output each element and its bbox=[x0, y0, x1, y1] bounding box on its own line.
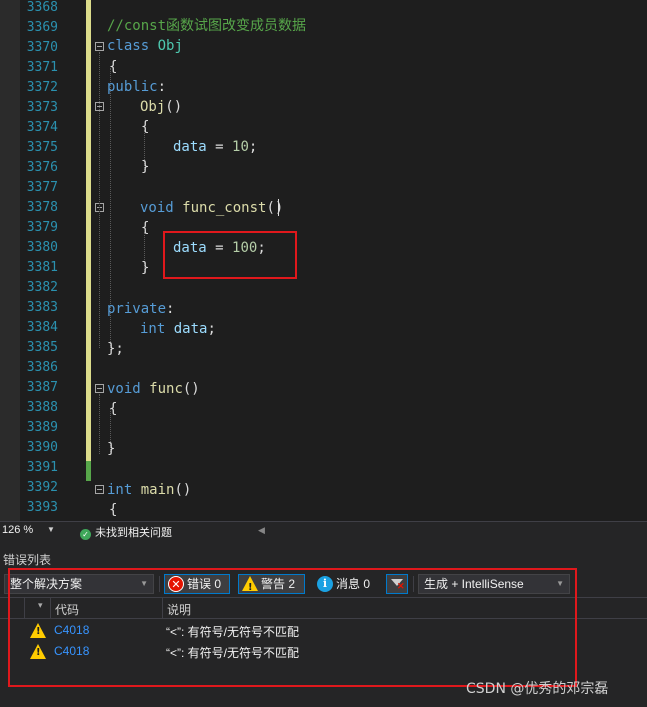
code-line: class Obj bbox=[107, 36, 183, 56]
issues-text: 未找到相关问题 bbox=[95, 527, 172, 539]
unsaved-change-marker bbox=[86, 461, 91, 481]
chevron-down-icon[interactable]: ▼ bbox=[47, 525, 55, 534]
line-number: 3382 bbox=[26, 280, 58, 295]
line-number: 3373 bbox=[26, 100, 58, 115]
line-number: 3381 bbox=[26, 260, 58, 275]
keyword-void: void bbox=[140, 200, 174, 216]
line-number: 3385 bbox=[26, 340, 58, 355]
text-caret bbox=[278, 199, 279, 216]
code-line: int main() bbox=[107, 482, 192, 498]
code-line: int data; bbox=[140, 321, 216, 337]
member-data: data bbox=[173, 321, 208, 337]
line-number: 3390 bbox=[26, 440, 58, 455]
line-number: 3375 bbox=[26, 140, 58, 155]
keyword-void: void bbox=[107, 381, 141, 397]
glyph-margin[interactable] bbox=[0, 0, 20, 521]
class-name: Obj bbox=[157, 38, 183, 54]
code-line: //const函数试图改变成员数据 bbox=[107, 16, 306, 36]
line-number: 3393 bbox=[26, 500, 58, 515]
code-comment: //const函数试图改变成员数据 bbox=[107, 18, 307, 34]
code-line: data = 10; bbox=[173, 139, 258, 155]
issues-indicator[interactable]: ✓ 未找到相关问题 bbox=[80, 524, 172, 540]
line-number: 3370 bbox=[26, 40, 58, 55]
line-number: 3368 bbox=[26, 0, 58, 15]
line-number: 3383 bbox=[26, 300, 58, 315]
change-tracking-bar bbox=[86, 0, 91, 481]
keyword-class: class bbox=[107, 38, 150, 54]
code-line: private: bbox=[107, 301, 175, 317]
constructor-name: Obj bbox=[140, 99, 166, 115]
keyword-int: int bbox=[140, 321, 166, 337]
code-line: } bbox=[141, 159, 150, 175]
number-literal: 10 bbox=[232, 139, 249, 155]
code-line: { bbox=[141, 119, 150, 135]
annotation-highlight-box bbox=[163, 231, 297, 279]
line-number: 3391 bbox=[26, 460, 58, 475]
line-number: 3377 bbox=[26, 180, 58, 195]
line-number: 3379 bbox=[26, 220, 58, 235]
code-line: { bbox=[109, 502, 118, 518]
line-number: 3376 bbox=[26, 160, 58, 175]
line-number: 3386 bbox=[26, 360, 58, 375]
member-data: data bbox=[173, 139, 207, 155]
code-line: void func() bbox=[107, 381, 200, 397]
code-line: void func_const() bbox=[140, 200, 284, 216]
line-number: 3380 bbox=[26, 240, 58, 255]
saved-change-marker bbox=[86, 0, 91, 461]
line-number: 3388 bbox=[26, 400, 58, 415]
keyword-public: public bbox=[107, 79, 158, 95]
scroll-left-icon[interactable]: ◀ bbox=[258, 525, 265, 536]
line-number: 3392 bbox=[26, 480, 58, 495]
panel-title: 错误列表 bbox=[3, 553, 52, 567]
function-name: main bbox=[140, 482, 175, 498]
code-line: Obj() bbox=[140, 99, 183, 115]
line-number: 3389 bbox=[26, 420, 58, 435]
line-number: 3378 bbox=[26, 200, 58, 215]
code-line: { bbox=[109, 59, 118, 75]
code-line: public: bbox=[107, 79, 167, 95]
code-editor[interactable]: 3368 3369 3370 3371 3372 3373 3374 3375 … bbox=[0, 0, 647, 521]
code-line: }; bbox=[107, 341, 124, 357]
line-number: 3384 bbox=[26, 320, 58, 335]
line-number-margin: 3368 3369 3370 3371 3372 3373 3374 3375 … bbox=[20, 0, 60, 521]
line-number: 3369 bbox=[26, 20, 58, 35]
keyword-private: private bbox=[107, 301, 167, 317]
line-number: 3387 bbox=[26, 380, 58, 395]
editor-status-bar: 126 % ▼ ✓ 未找到相关问题 ◀ bbox=[0, 521, 647, 541]
watermark: CSDN @优秀的邓宗磊 bbox=[466, 681, 609, 697]
annotation-highlight-box bbox=[8, 568, 577, 687]
line-number: 3374 bbox=[26, 120, 58, 135]
line-number: 3372 bbox=[26, 80, 58, 95]
function-name: func bbox=[149, 381, 183, 397]
check-circle-icon: ✓ bbox=[80, 529, 91, 540]
function-name: func_const bbox=[182, 200, 267, 216]
keyword-int: int bbox=[107, 482, 133, 498]
line-number: 3371 bbox=[26, 60, 58, 75]
code-line: } bbox=[107, 441, 116, 457]
code-line: { bbox=[141, 220, 150, 236]
code-line: } bbox=[141, 260, 150, 276]
code-line: { bbox=[109, 401, 118, 417]
zoom-level[interactable]: 126 % bbox=[2, 524, 33, 536]
